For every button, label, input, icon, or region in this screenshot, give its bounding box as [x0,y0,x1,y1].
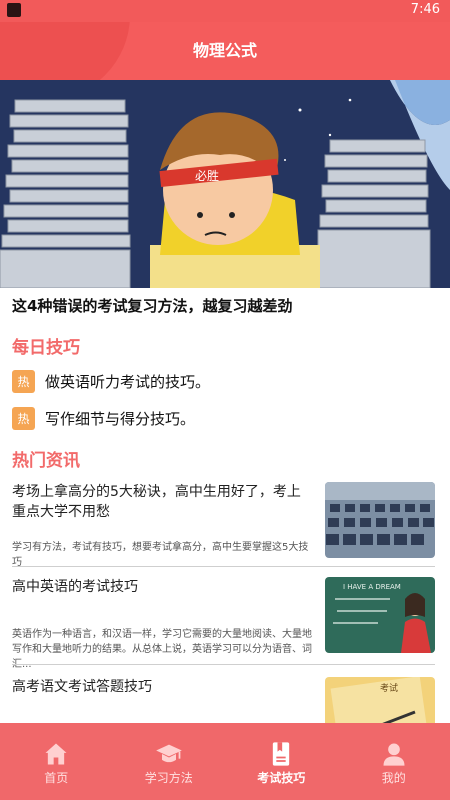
headband-text: 必胜 [195,168,219,183]
user-icon [383,743,405,766]
tab-label: 考试技巧 [257,771,306,785]
tab-label: 首页 [44,771,69,785]
status-bar: 7:46 [0,0,450,22]
thumbnail-text: 考试 [380,682,398,694]
hot-badge: 热 [12,369,35,393]
hot-badge: 热 [12,406,35,430]
news-headline: 高中英语的考试技巧 [12,579,138,595]
tab-study-methods[interactable]: 学习方法 [113,723,226,800]
tab-home[interactable]: 首页 [0,723,113,800]
news-headline: 考场上拿高分的5大秘诀，高中生用好了，考上重点大学不用愁 [12,484,301,520]
tab-exam-tips[interactable]: 考试技巧 [225,723,338,800]
divider [12,566,435,567]
tip-text: 写作细节与得分技巧。 [45,409,196,428]
status-time: 7:46 [410,2,440,17]
news-thumbnail: I HAVE A DREAM [325,577,435,653]
news-headline: 高考语文考试答题技巧 [12,679,152,695]
notification-icon [7,3,21,17]
tip-item[interactable]: 热 写作细节与得分技巧。 [12,406,195,430]
daily-tips-title: 每日技巧 [12,338,80,358]
news-thumbnail [325,482,435,558]
hot-news-title: 热门资讯 [12,451,80,471]
home-icon [45,743,67,765]
tab-label: 我的 [381,771,406,785]
thumbnail-text: I HAVE A DREAM [343,583,401,591]
page-title: 物理公式 [192,41,257,60]
news-item[interactable]: 高中英语的考试技巧 英语作为一种语言，和汉语一样，学习它需要的大量地阅读、大量地… [12,577,435,670]
tab-mine[interactable]: 我的 [338,723,450,800]
graduation-cap-icon [155,744,182,763]
banner-illustration: 必胜 [0,80,450,288]
banner-image[interactable]: 必胜 [0,80,450,288]
banner-caption[interactable]: 这4种错误的考试复习方法，越复习越差劲 [12,295,292,316]
bookmark-document-icon [273,742,290,766]
news-summary: 英语作为一种语言，和汉语一样，学习它需要的大量地阅读、大量地写作和大量地听力的结… [12,629,312,670]
divider [12,664,435,665]
bottom-tab-bar: 首页 学习方法 考试技巧 我的 [0,723,450,800]
tip-item[interactable]: 热 做英语听力考试的技巧。 [12,369,210,393]
tip-text: 做英语听力考试的技巧。 [45,372,211,391]
tab-label: 学习方法 [144,771,193,785]
news-item[interactable]: 考场上拿高分的5大秘诀，高中生用好了，考上重点大学不用愁 学习有方法，考试有技巧… [12,482,435,572]
